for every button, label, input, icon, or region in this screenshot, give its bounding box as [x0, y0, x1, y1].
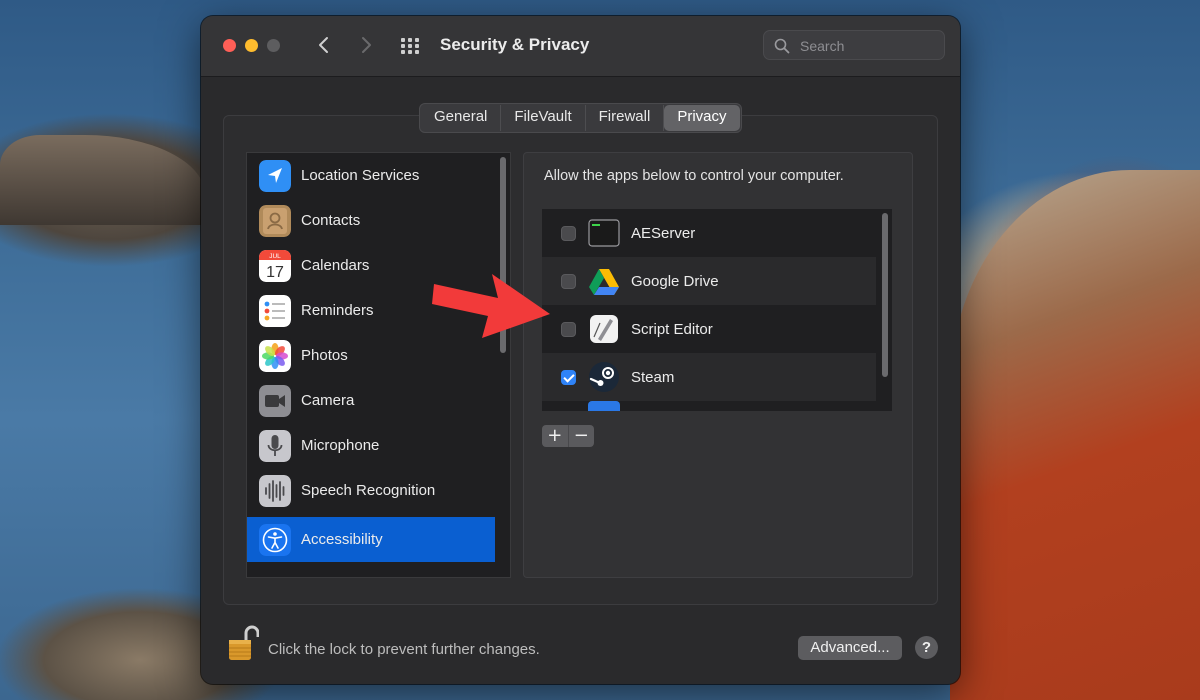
app-list: AEServer Google Drive Script Editor Stea… — [542, 209, 892, 411]
script-editor-icon — [590, 315, 618, 343]
sidebar-item-label: Contacts — [301, 212, 361, 229]
tab-firewall[interactable]: Firewall — [586, 105, 665, 131]
add-app-button[interactable]: + — [542, 425, 569, 447]
photos-flower-icon — [259, 339, 291, 372]
add-remove-control: + − — [542, 425, 594, 447]
google-drive-checkbox[interactable] — [561, 273, 576, 289]
wallpaper-hill — [950, 170, 1200, 700]
microphone-icon — [259, 429, 291, 462]
panel-description: Allow the apps below to control your com… — [544, 168, 844, 184]
sidebar-item-accessibility[interactable]: Accessibility — [247, 517, 495, 562]
app-row-partial[interactable] — [542, 401, 876, 411]
sidebar-item-contacts[interactable]: Contacts — [247, 198, 495, 243]
sidebar-item-label: Speech Recognition — [301, 482, 436, 499]
search-field[interactable] — [763, 30, 945, 60]
app-label: Script Editor — [631, 320, 713, 338]
app-label: Google Drive — [631, 272, 719, 290]
calendar-icon: JUL 17 — [259, 249, 291, 282]
steam-checkbox[interactable] — [561, 369, 576, 385]
forward-arrow-icon[interactable] — [355, 33, 377, 57]
remove-app-button[interactable]: − — [569, 425, 595, 447]
script-editor-checkbox[interactable] — [561, 321, 576, 337]
tab-privacy[interactable]: Privacy — [664, 105, 740, 131]
wallpaper-rock — [0, 135, 205, 225]
sidebar-item-label: Calendars — [301, 257, 370, 274]
reminders-list-icon — [259, 294, 291, 327]
sidebar-item-camera[interactable]: Camera — [247, 378, 495, 423]
back-arrow-icon[interactable] — [313, 33, 335, 57]
search-input[interactable] — [798, 35, 942, 57]
search-icon — [774, 38, 790, 54]
location-arrow-icon — [259, 159, 291, 192]
tab-general[interactable]: General — [421, 105, 502, 131]
sidebar-item-label: Reminders — [301, 302, 374, 319]
aeserver-checkbox[interactable] — [561, 225, 576, 241]
zoom-window-button[interactable] — [267, 39, 280, 52]
google-drive-icon — [589, 269, 619, 295]
sidebar-item-location-services[interactable]: Location Services — [247, 153, 495, 198]
sidebar-item-label: Photos — [301, 347, 348, 364]
app-icon-partial — [588, 401, 620, 411]
lock-status-text: Click the lock to prevent further change… — [268, 641, 540, 658]
sidebar-item-label: Microphone — [301, 437, 380, 454]
contacts-book-icon — [259, 204, 291, 237]
window-title: Security & Privacy — [440, 35, 590, 54]
app-row-aeserver[interactable]: AEServer — [542, 209, 876, 257]
sidebar-item-microphone[interactable]: Microphone — [247, 423, 495, 468]
sidebar-item-label: Camera — [301, 392, 355, 409]
sidebar-item-label: Accessibility — [301, 531, 383, 548]
advanced-button[interactable]: Advanced... — [798, 636, 902, 660]
app-list-scrollbar[interactable] — [882, 213, 888, 377]
show-all-grid-icon[interactable] — [400, 37, 420, 55]
security-privacy-window: Security & Privacy General FileVault Fir… — [201, 16, 960, 684]
annotation-arrow-icon — [432, 274, 550, 338]
app-row-google-drive[interactable]: Google Drive — [542, 257, 876, 305]
waveform-icon — [259, 474, 291, 507]
calendar-day-text: 17 — [266, 264, 284, 281]
calendar-month-text: JUL — [269, 253, 281, 260]
help-button[interactable]: ? — [915, 636, 938, 659]
sidebar-item-speech-recognition[interactable]: Speech Recognition — [247, 468, 495, 513]
minimize-window-button[interactable] — [245, 39, 258, 52]
app-label: AEServer — [631, 224, 696, 242]
close-window-button[interactable] — [223, 39, 236, 52]
tab-filevault[interactable]: FileVault — [501, 105, 586, 131]
title-bar: Security & Privacy — [201, 16, 960, 77]
camera-icon — [259, 384, 291, 417]
app-row-steam[interactable]: Steam — [542, 353, 876, 401]
steam-icon — [589, 362, 619, 392]
privacy-category-list: Location Services Contacts JUL 17 Calend… — [246, 152, 511, 578]
tab-bar: General FileVault Firewall Privacy — [419, 103, 742, 133]
accessibility-panel: Allow the apps below to control your com… — [523, 152, 913, 578]
sidebar-item-label: Location Services — [301, 167, 420, 184]
app-label: Steam — [631, 368, 675, 386]
app-row-script-editor[interactable]: Script Editor — [542, 305, 876, 353]
accessibility-person-icon — [259, 523, 291, 556]
terminal-icon — [588, 219, 620, 247]
unlocked-padlock-icon[interactable] — [227, 624, 259, 662]
